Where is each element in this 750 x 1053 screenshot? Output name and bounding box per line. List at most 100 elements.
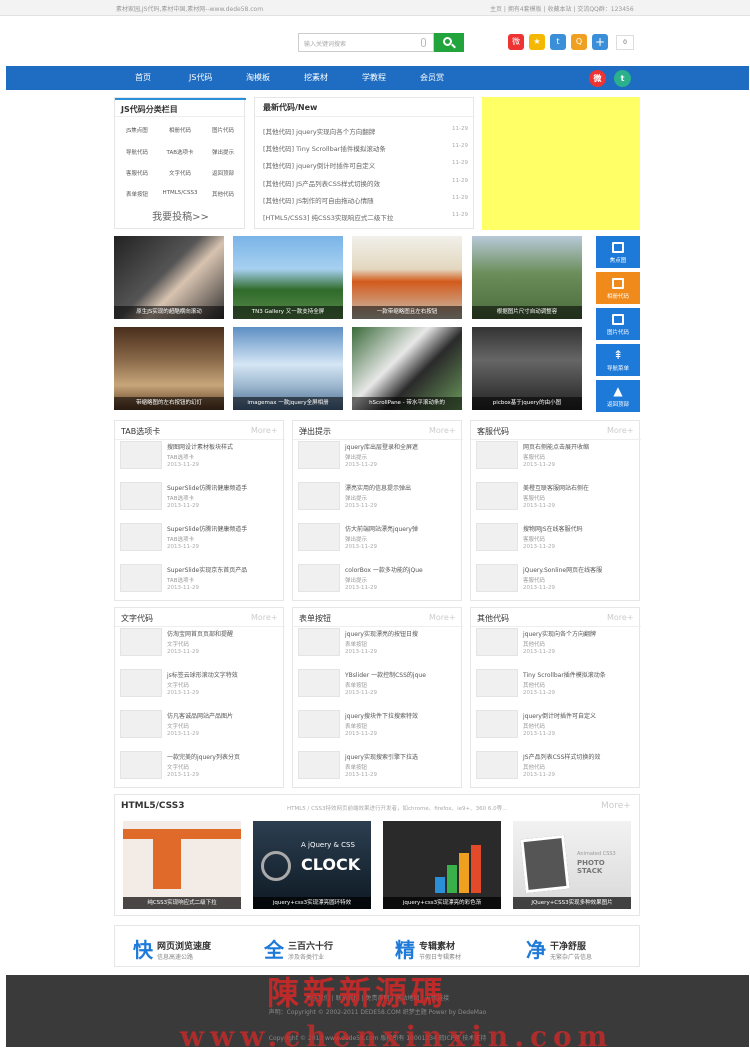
tencent-weibo-share-icon[interactable]: t <box>550 34 566 50</box>
item-thumbnail[interactable] <box>298 482 340 510</box>
section-item[interactable]: 美橙互联客服网站右侧在 客服代码 2013-11-29 <box>476 481 636 521</box>
html5-more-link[interactable]: More+ <box>601 801 631 811</box>
search-input[interactable]: 输入关键词搜索 <box>298 33 434 52</box>
item-title[interactable]: SuperSlide仿腾讯健康频道手 <box>167 524 247 533</box>
latest-row[interactable]: [其他代码] JS产品列表CSS样式切换的效 11-29 <box>263 178 468 188</box>
section-more-link[interactable]: More+ <box>429 426 456 435</box>
item-title[interactable]: 仿淘宝网首页页部和提醒 <box>167 629 233 638</box>
item-thumbnail[interactable] <box>476 482 518 510</box>
plus-share-icon[interactable]: + <box>592 34 608 50</box>
item-title[interactable]: 搜物网JS在线客服代码 <box>523 524 583 533</box>
item-thumbnail[interactable] <box>476 669 518 697</box>
item-thumbnail[interactable] <box>120 482 162 510</box>
section-item[interactable]: jquery实现漂亮的按钮日搜 表单按钮 2013-11-29 <box>298 627 458 667</box>
item-thumbnail[interactable] <box>120 564 162 592</box>
section-item[interactable]: YBslider 一款控制CSS的jque 表单按钮 2013-11-29 <box>298 668 458 708</box>
gallery-thumb[interactable]: imagemax 一款jquery全屏相册 <box>233 327 343 410</box>
item-title[interactable]: jquery实现漂亮的按钮日搜 <box>345 629 418 638</box>
html5-thumb[interactable]: jquery+css3实现漂亮的彩色渐 <box>383 821 501 909</box>
weibo-share-icon[interactable]: 微 <box>508 34 524 50</box>
side-focus-button[interactable]: 焦点图 <box>596 236 640 268</box>
item-title[interactable]: 美橙互联客服网站右侧在 <box>523 483 589 492</box>
category-link[interactable]: 其他代码 <box>202 190 244 198</box>
item-title[interactable]: jquery实现向各个方向翻牌 <box>523 629 596 638</box>
item-title[interactable]: jQuery.Sonline网页在线客服 <box>523 565 602 574</box>
section-item[interactable]: 仿大前端网站漂亮jquery弹 弹出提示 2013-11-29 <box>298 522 458 562</box>
category-link[interactable]: 弹出提示 <box>202 148 244 156</box>
gallery-thumb[interactable]: TN3 Gallery 又一款支持全屏 <box>233 236 343 319</box>
section-item[interactable]: 搜物网JS在线客服代码 客服代码 2013-11-29 <box>476 522 636 562</box>
html5-thumb[interactable]: 纯CSS3实现响应式二级下拉 <box>123 821 241 909</box>
section-more-link[interactable]: More+ <box>429 613 456 622</box>
microphone-icon[interactable] <box>421 38 426 47</box>
category-link[interactable]: 文字代码 <box>159 169 201 177</box>
side-album-button[interactable]: 相册代码 <box>596 272 640 304</box>
item-thumbnail[interactable] <box>476 564 518 592</box>
item-thumbnail[interactable] <box>476 441 518 469</box>
category-link[interactable]: 客服代码 <box>116 169 158 177</box>
gallery-thumb[interactable]: 根据图片尺寸自动调整容 <box>472 236 582 319</box>
ad-banner[interactable] <box>482 97 640 230</box>
item-thumbnail[interactable] <box>298 523 340 551</box>
item-title[interactable]: YBslider 一款控制CSS的jque <box>345 670 426 679</box>
section-more-link[interactable]: More+ <box>607 426 634 435</box>
item-title[interactable]: SuperSlide实现京东首页产品 <box>167 565 247 574</box>
item-thumbnail[interactable] <box>298 564 340 592</box>
html5-thumb[interactable]: Animated CSS3 PHOTO STACK JQuery+CSS3实现多… <box>513 821 631 909</box>
top-bar-links[interactable]: 主页 | 拥有4套模板 | 收藏本站 | 交流QQ群：123456 <box>490 4 634 13</box>
latest-row[interactable]: [其他代码] jquery倒计时插件可自定义 11-29 <box>263 160 468 170</box>
section-item[interactable]: jquery库出层登录和全屏遮 弹出提示 2013-11-29 <box>298 440 458 480</box>
section-item[interactable]: 网页右侧能点击展开收缩 客服代码 2013-11-29 <box>476 440 636 480</box>
item-title[interactable]: jquery库出层登录和全屏遮 <box>345 442 418 451</box>
section-item[interactable]: colorBox 一款多功能的jQue 弹出提示 2013-11-29 <box>298 563 458 603</box>
gallery-thumb[interactable]: 带缩略图的左右按钮的幻灯 <box>114 327 224 410</box>
category-link[interactable]: 图片代码 <box>202 126 244 134</box>
latest-row[interactable]: [其他代码] jquery实现向各个方向翻牌 11-29 <box>263 126 468 136</box>
section-item[interactable]: jQuery.Sonline网页在线客服 客服代码 2013-11-29 <box>476 563 636 603</box>
item-thumbnail[interactable] <box>476 751 518 779</box>
item-title[interactable]: SuperSlide仿腾讯健康频道手 <box>167 483 247 492</box>
gallery-thumb[interactable]: 原生JS实现的超酷横向滚动 <box>114 236 224 319</box>
item-title[interactable]: 漂亮实用的信息提示弹出 <box>345 483 411 492</box>
section-item[interactable]: js标签云球形滚动文字特效 文字代码 2013-11-29 <box>120 668 280 708</box>
section-item[interactable]: SuperSlide仿腾讯健康频道手 TAB选项卡 2013-11-29 <box>120 481 280 521</box>
gallery-thumb[interactable]: hScrollPane - 带水平滚动条的 <box>352 327 462 410</box>
section-more-link[interactable]: More+ <box>607 613 634 622</box>
section-item[interactable]: 仿凡客诚品网站产品图片 文字代码 2013-11-29 <box>120 709 280 749</box>
section-item[interactable]: 漂亮实用的信息提示弹出 弹出提示 2013-11-29 <box>298 481 458 521</box>
category-link[interactable]: 返回顶部 <box>202 169 244 177</box>
section-item[interactable]: SuperSlide实现京东首页产品 TAB选项卡 2013-11-29 <box>120 563 280 603</box>
category-link[interactable]: TAB选项卡 <box>159 148 201 156</box>
section-item[interactable]: 一款完美的jquery列表分页 文字代码 2013-11-29 <box>120 750 280 790</box>
nav-js-code[interactable]: JS代码 <box>189 72 212 83</box>
section-item[interactable]: jquery实现搜索引擎下拉选 表单按钮 2013-11-29 <box>298 750 458 790</box>
item-title[interactable]: jquery搜块件下拉搜索特效 <box>345 711 418 720</box>
nav-tutorials[interactable]: 学教程 <box>362 72 386 83</box>
search-button[interactable] <box>434 33 464 52</box>
category-link[interactable]: JS焦点图 <box>116 126 158 134</box>
side-nav-button[interactable]: ⇞ 导航菜单 <box>596 344 640 376</box>
submit-link[interactable]: 我要投稿>> <box>115 208 246 223</box>
item-title[interactable]: 搜图网设计素材板块样式 <box>167 442 233 451</box>
section-item[interactable]: jquery实现向各个方向翻牌 其他代码 2013-11-29 <box>476 627 636 667</box>
weibo-icon[interactable]: 微 <box>589 70 606 87</box>
item-thumbnail[interactable] <box>298 710 340 738</box>
nav-home[interactable]: 首页 <box>135 72 151 83</box>
latest-row[interactable]: [其他代码] JS制作的可自由拖动心情随 11-29 <box>263 195 468 205</box>
nav-materials[interactable]: 挖素材 <box>304 72 328 83</box>
section-item[interactable]: 搜图网设计素材板块样式 TAB选项卡 2013-11-29 <box>120 440 280 480</box>
item-thumbnail[interactable] <box>298 669 340 697</box>
section-item[interactable]: jquery搜块件下拉搜索特效 表单按钮 2013-11-29 <box>298 709 458 749</box>
section-item[interactable]: SuperSlide仿腾讯健康频道手 TAB选项卡 2013-11-29 <box>120 522 280 562</box>
qq-share-icon[interactable]: Q <box>571 34 587 50</box>
latest-row[interactable]: [HTML5/CSS3] 纯CSS3实现响应式二级下拉 11-29 <box>263 212 468 222</box>
side-top-button[interactable]: ▲ 返回顶部 <box>596 380 640 412</box>
gallery-thumb[interactable]: picbox基于jquery的由小图 <box>472 327 582 410</box>
item-title[interactable]: 仿凡客诚品网站产品图片 <box>167 711 233 720</box>
section-more-link[interactable]: More+ <box>251 426 278 435</box>
tencent-icon[interactable]: t <box>614 70 631 87</box>
item-title[interactable]: JS产品列表CSS样式切换的效 <box>523 752 600 761</box>
item-thumbnail[interactable] <box>120 628 162 656</box>
category-link[interactable]: 导航代码 <box>116 148 158 156</box>
nav-members[interactable]: 会员赏 <box>420 72 444 83</box>
